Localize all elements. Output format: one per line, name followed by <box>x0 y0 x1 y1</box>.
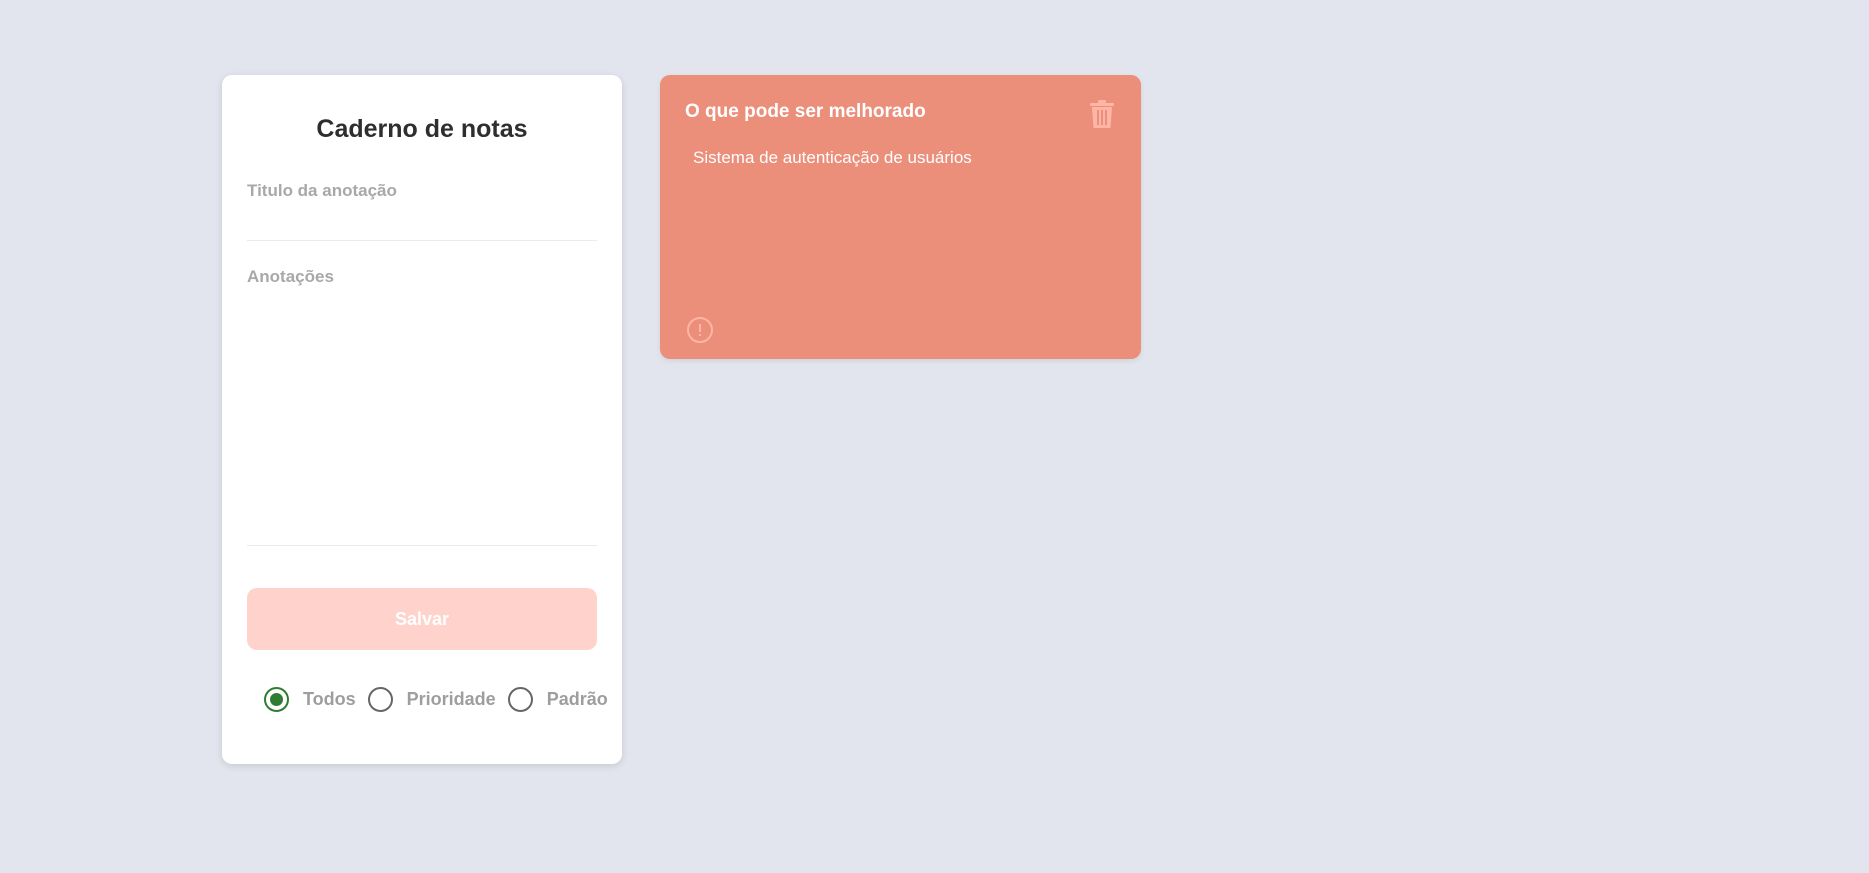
filter-radio-group: Todos Prioridade Padrão <box>264 687 620 712</box>
filter-option-padrao[interactable]: Padrão <box>507 687 608 712</box>
filter-label-todos: Todos <box>303 689 356 709</box>
radio-unchecked-icon[interactable] <box>507 687 533 712</box>
notes-field-underline <box>247 545 597 546</box>
notes-textarea[interactable] <box>247 295 597 540</box>
note-card: O que pode ser melhorado Sistema de aute… <box>660 75 1141 359</box>
delete-note-button[interactable] <box>1087 97 1117 131</box>
radio-unchecked-icon[interactable] <box>367 687 393 712</box>
trash-icon <box>1090 100 1114 128</box>
filter-option-prioridade[interactable]: Prioridade <box>367 687 496 712</box>
title-input[interactable] <box>247 203 597 237</box>
notes-field-label: Anotações <box>247 267 334 286</box>
filter-label-prioridade: Prioridade <box>406 689 496 709</box>
alert-circle-icon <box>687 317 713 343</box>
title-field-label: Titulo da anotação <box>247 181 397 200</box>
filter-label-padrao: Padrão <box>546 689 608 709</box>
note-body: Sistema de autenticação de usuários <box>693 148 972 167</box>
note-form-card: Caderno de notas Titulo da anotação Anot… <box>222 75 622 764</box>
note-title: O que pode ser melhorado <box>685 101 926 122</box>
radio-dot <box>270 693 283 706</box>
title-field-underline <box>247 240 597 241</box>
filter-option-todos[interactable]: Todos <box>264 687 356 712</box>
priority-toggle-button[interactable] <box>685 315 715 345</box>
save-button[interactable]: Salvar <box>247 588 597 650</box>
page-title: Caderno de notas <box>316 115 528 143</box>
radio-checked-icon[interactable] <box>264 687 289 712</box>
